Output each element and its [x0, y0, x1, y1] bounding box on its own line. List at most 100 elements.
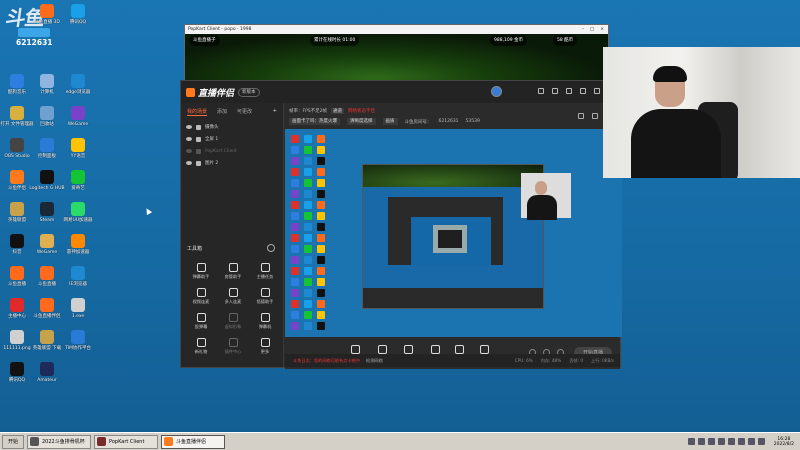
scene-item[interactable]: 摄像头	[181, 121, 283, 133]
desktop-icon[interactable]: YY语音	[61, 138, 95, 159]
desktop-icon[interactable]: 控制面板	[30, 138, 64, 159]
tool-item[interactable]: 弹幕机	[249, 313, 281, 330]
avatar[interactable]	[491, 86, 502, 97]
tray-icon[interactable]	[697, 438, 705, 445]
desktop-icon[interactable]: 酷狗音乐	[0, 74, 34, 95]
tool-item[interactable]: 房管助手	[217, 263, 249, 280]
start-button[interactable]: 开始	[2, 434, 24, 449]
eye-icon[interactable]	[186, 149, 192, 153]
eye-icon[interactable]	[186, 161, 192, 165]
tool-item[interactable]: 虚拟形象	[217, 313, 249, 330]
tray-icon[interactable]	[687, 438, 695, 445]
close-icon[interactable]: ×	[600, 25, 604, 34]
taskbar-button[interactable]: 斗鱼直播伴侣	[161, 434, 225, 449]
desktop-icon[interactable]: OBS Studio	[0, 138, 34, 159]
desktop-icon[interactable]: 网易UU加速器	[61, 202, 95, 223]
desktop-icon[interactable]: Steam	[30, 202, 64, 223]
stream-preview[interactable]	[285, 129, 622, 337]
desktop-icon[interactable]: WeGame	[61, 106, 95, 127]
desktop-icon[interactable]: 计算机	[30, 74, 64, 95]
clock[interactable]: 16:28 2022/8/2	[774, 437, 794, 447]
desktop-icon[interactable]: 回收站	[30, 106, 64, 127]
tab-add[interactable]: 添加	[217, 108, 227, 116]
tool-item[interactable]: 更多	[249, 338, 281, 355]
desktop-icon[interactable]: 111111.png	[0, 330, 34, 351]
picture-chip[interactable]: 画质	[382, 118, 398, 125]
desktop-icon[interactable]: 腾讯QQ	[0, 362, 34, 383]
tool-item[interactable]: 投弹幕	[185, 313, 217, 330]
desktop-icon[interactable]: IE浏览器	[61, 266, 95, 287]
message-icon[interactable]	[552, 88, 558, 94]
game-window[interactable]: PopKart Client - popo - 1998 – □ × 斗鱼直播子…	[184, 24, 609, 84]
lock-icon[interactable]	[196, 148, 201, 154]
desktop-icon[interactable]: 爱奇艺	[61, 170, 95, 191]
tray-icon[interactable]	[707, 438, 715, 445]
add-scene-icon[interactable]: +	[273, 108, 277, 116]
scene-item[interactable]: 图片 2	[181, 157, 283, 169]
desktop-icon[interactable]: 腾讯QQ	[61, 4, 95, 25]
desktop-icon[interactable]: 打开 文件管理器	[0, 106, 34, 127]
tool-item[interactable]: 新礼物	[185, 338, 217, 355]
tool-item[interactable]: 插件中心	[217, 338, 249, 355]
desktop-icon[interactable]: 主播中心	[0, 298, 34, 319]
refresh-icon[interactable]	[592, 113, 598, 119]
game-window-controls[interactable]: – □ ×	[582, 25, 608, 34]
tab-editable[interactable]: 可更改	[237, 108, 252, 116]
app-icon	[40, 106, 54, 120]
tool-item[interactable]: 悟德助手	[249, 288, 281, 305]
lock-icon[interactable]	[196, 124, 201, 130]
minimize-icon[interactable]	[594, 88, 600, 94]
tool-item[interactable]: 主播任务	[249, 263, 281, 280]
desktop-icon[interactable]: 抖音	[0, 234, 34, 255]
maximize-icon[interactable]: □	[590, 25, 594, 34]
tray-icon[interactable]	[727, 438, 735, 445]
taskbar-button[interactable]: 2022斗鱼排骨机杯	[27, 434, 91, 449]
desktop-icon[interactable]: 英雄联盟	[0, 202, 34, 223]
media-icon	[430, 344, 440, 354]
volume-icon[interactable]	[747, 438, 755, 445]
desktop-icon[interactable]: 英雄联盟 下载	[30, 330, 64, 351]
game-titlebar[interactable]: PopKart Client - popo - 1998 – □ ×	[185, 25, 608, 34]
eye-icon[interactable]	[186, 137, 192, 141]
toolbox-collapse-icon[interactable]	[267, 244, 275, 252]
tray-icon[interactable]	[717, 438, 725, 445]
taskbar-button[interactable]: PopKart Client	[94, 434, 158, 449]
scene-item[interactable]: PopKart Client	[181, 145, 283, 157]
minimize-icon[interactable]: –	[582, 25, 584, 34]
lock-icon[interactable]	[196, 136, 201, 142]
preview-icon	[317, 157, 325, 165]
eye-icon[interactable]	[186, 125, 192, 129]
settings-icon[interactable]	[566, 88, 572, 94]
desktop-icon[interactable]: 1.exe	[61, 298, 95, 319]
desktop-icon[interactable]: Logitech G HUB	[29, 170, 65, 191]
tool-item[interactable]: 弹幕助手	[185, 263, 217, 280]
desktop-icon[interactable]: 斗鱼直播	[0, 266, 34, 287]
channel-tag[interactable]: 通道	[331, 108, 345, 114]
version-badge[interactable]: 新版本	[238, 87, 260, 97]
tool-item[interactable]: 多人连麦	[217, 288, 249, 305]
desktop-icon[interactable]: 斗鱼直播 3D	[30, 4, 64, 25]
desktop-icon[interactable]: 斗鱼直播伴侣	[30, 298, 64, 319]
check-network-link[interactable]: 检测网络	[366, 358, 383, 364]
desktop-icon[interactable]: 斗鱼直播	[30, 266, 64, 287]
desktop-icon[interactable]: TIM协作平台	[61, 330, 95, 351]
scene-item[interactable]: 全屏 1	[181, 133, 283, 145]
desktop-icon[interactable]: Amateur	[30, 362, 64, 383]
live-companion-window[interactable]: 直播伴侣 新版本 我的场景 添加 可更改 + 摄像头全屏 1 PopKart Cl…	[180, 80, 622, 369]
quality-select[interactable]: 清晰度选择	[347, 118, 376, 125]
tray-icon[interactable]	[737, 438, 745, 445]
preview-icon	[317, 146, 325, 154]
desktop-icon[interactable]: WeGame	[30, 234, 64, 255]
tab-my-scenes[interactable]: 我的场景	[187, 108, 208, 116]
tool-item[interactable]: 视频连麦	[185, 288, 217, 305]
lock-icon[interactable]	[578, 113, 584, 119]
desktop-icon[interactable]: 雷神加速器	[61, 234, 95, 255]
app-titlebar[interactable]: 直播伴侣 新版本	[181, 81, 620, 103]
desktop-icon[interactable]: edge浏览器	[61, 74, 95, 95]
lock-icon[interactable]	[196, 160, 201, 166]
popularity-chip[interactable]: 画面卡了吗：热度火爆	[289, 118, 340, 125]
network-icon[interactable]	[757, 438, 765, 445]
menu-icon[interactable]	[580, 88, 586, 94]
scene-item-label: 摄像头	[205, 125, 219, 130]
gift-icon[interactable]	[538, 88, 544, 94]
